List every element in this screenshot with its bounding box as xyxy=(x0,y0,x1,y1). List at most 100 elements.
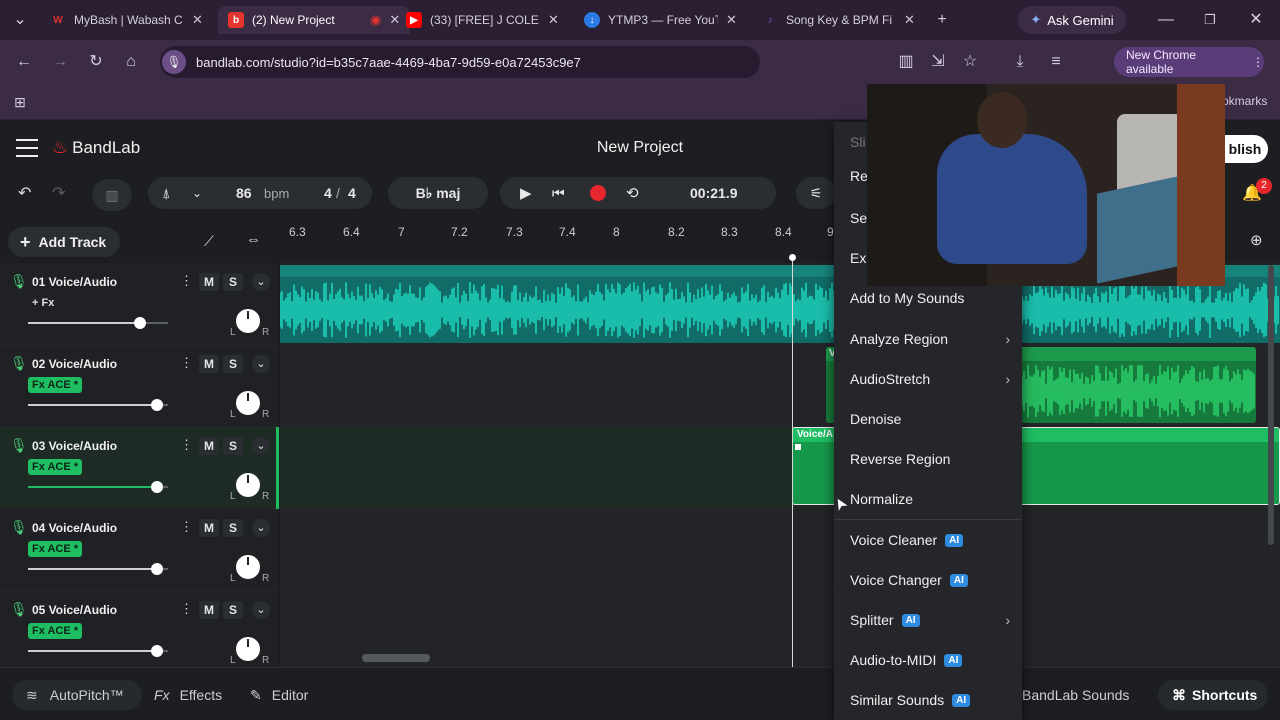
playhead[interactable] xyxy=(792,257,793,667)
skip-back-icon[interactable]: ⏮ xyxy=(552,185,565,202)
menu-item[interactable]: Audio-to-MIDI AI xyxy=(834,640,1022,680)
fit-tracks-icon[interactable]: ⇔ xyxy=(246,231,261,248)
pan-knob[interactable] xyxy=(236,555,260,579)
volume-knob[interactable] xyxy=(151,645,163,657)
track-header[interactable]: 🎙 03 Voice/Audio ⋮ M S ⌄ Fx ACE * L R xyxy=(0,427,278,509)
hamburger-menu-icon[interactable] xyxy=(16,139,38,157)
volume-knob[interactable] xyxy=(134,317,146,329)
solo-button[interactable]: S xyxy=(223,519,243,537)
add-track-button[interactable]: + Add Track xyxy=(8,227,120,257)
track-name[interactable]: 03 Voice/Audio xyxy=(32,439,117,453)
window-close-icon[interactable]: ✕ xyxy=(1246,10,1266,30)
close-icon[interactable]: ✕ xyxy=(904,12,915,28)
chevron-down-icon[interactable]: ⌄ xyxy=(252,519,270,537)
track-name[interactable]: 04 Voice/Audio xyxy=(32,521,117,535)
new-tab-icon[interactable]: + xyxy=(932,10,952,30)
site-info-icon[interactable]: 🎙 xyxy=(162,50,186,74)
downloads-icon[interactable]: ⤓ xyxy=(1010,52,1030,72)
menu-item[interactable]: Splitter AI › xyxy=(834,600,1022,640)
track-header[interactable]: 🎙 04 Voice/Audio ⋮ M S ⌄ Fx ACE * L R xyxy=(0,509,278,591)
fx-badge[interactable]: + Fx xyxy=(28,295,58,311)
tab-new-project[interactable]: b (2) New Project ◉ ✕ xyxy=(218,6,411,34)
tab-youtube[interactable]: ▶ (33) [FREE] J COLE T ✕ xyxy=(396,6,569,34)
omnibox[interactable]: 🎙 bandlab.com/studio?id=b35c7aae-4469-4b… xyxy=(160,46,760,78)
mute-button[interactable]: M xyxy=(199,601,219,619)
close-icon[interactable]: ✕ xyxy=(192,12,203,28)
menu-item[interactable]: Voice Cleaner AI xyxy=(834,520,1022,560)
fx-badge[interactable]: Fx ACE * xyxy=(28,459,83,475)
track-options-icon[interactable]: ⋮ xyxy=(180,355,193,371)
new-chrome-button[interactable]: New Chrome available ⋮ xyxy=(1114,47,1264,77)
pan-knob[interactable] xyxy=(236,473,260,497)
close-icon[interactable]: ✕ xyxy=(726,12,737,28)
track-header[interactable]: 🎙 05 Voice/Audio ⋮ M S ⌄ Fx ACE * L R xyxy=(0,591,278,673)
horizontal-scrollbar[interactable] xyxy=(362,654,430,662)
menu-item[interactable]: Denoise xyxy=(834,399,1022,439)
volume-slider[interactable] xyxy=(28,486,168,488)
autopitch-button[interactable]: ≋ AutoPitch™ xyxy=(12,680,142,710)
instruments-icon[interactable]: ▥ xyxy=(92,179,132,211)
track-options-icon[interactable]: ⋮ xyxy=(180,601,193,617)
close-icon[interactable]: ✕ xyxy=(548,12,559,28)
microphone-icon[interactable]: 🎙 xyxy=(10,273,28,290)
playhead-handle[interactable] xyxy=(789,254,796,261)
track-lane[interactable] xyxy=(280,509,1280,591)
undo-icon[interactable]: ↶ xyxy=(18,183,31,203)
solo-button[interactable]: S xyxy=(223,273,243,291)
back-icon[interactable]: ← xyxy=(14,52,34,72)
tab-mybash[interactable]: W MyBash | Wabash C ✕ xyxy=(40,6,213,34)
track-options-icon[interactable]: ⋮ xyxy=(180,519,193,535)
track-name[interactable]: 02 Voice/Audio xyxy=(32,357,117,371)
editor-button[interactable]: ✎ Editor xyxy=(236,680,322,710)
apps-grid-icon[interactable]: ⊞ xyxy=(10,92,30,112)
menu-item[interactable]: Normalize xyxy=(834,479,1022,519)
fx-badge[interactable]: Fx ACE * xyxy=(28,377,83,393)
volume-slider[interactable] xyxy=(28,322,168,324)
volume-knob[interactable] xyxy=(151,399,163,411)
redo-icon[interactable]: ↷ xyxy=(52,183,65,203)
bandlab-logo[interactable]: ♨ BandLab xyxy=(52,137,140,158)
media-controls-icon[interactable]: ≡ xyxy=(1046,52,1066,72)
chevron-down-icon[interactable]: ⌄ xyxy=(252,437,270,455)
track-options-icon[interactable]: ⋮ xyxy=(180,273,193,289)
menu-item[interactable]: Similar Sounds AI xyxy=(834,680,1022,720)
bookmark-star-icon[interactable]: ☆ xyxy=(960,52,980,72)
install-app-icon[interactable]: ⇲ xyxy=(928,52,948,72)
microphone-icon[interactable]: 🎙 xyxy=(10,355,28,372)
pan-knob[interactable] xyxy=(236,391,260,415)
volume-slider[interactable] xyxy=(28,568,168,570)
track-lane[interactable] xyxy=(280,591,1280,673)
shortcuts-button[interactable]: ⌘ Shortcuts xyxy=(1158,680,1268,710)
bandlab-sounds-button[interactable]: BandLab Sounds xyxy=(1008,680,1143,710)
tab-search-icon[interactable]: ⌄ xyxy=(10,10,30,30)
track-options-icon[interactable]: ⋮ xyxy=(180,437,193,453)
vertical-scrollbar[interactable] xyxy=(1268,265,1274,545)
menu-item[interactable]: Reverse Region xyxy=(834,439,1022,479)
chevron-down-icon[interactable]: ⌄ xyxy=(252,355,270,373)
track-header[interactable]: 🎙 02 Voice/Audio ⋮ M S ⌄ Fx ACE * L R xyxy=(0,345,278,427)
menu-item[interactable]: Analyze Region › xyxy=(834,319,1022,359)
tab-ytmp3[interactable]: ↓ YTMP3 — Free YouT ✕ xyxy=(574,6,747,34)
key-selector[interactable]: B♭ maj xyxy=(388,177,488,209)
time-signature-numerator[interactable]: 4 xyxy=(324,185,332,201)
all-bookmarks-label[interactable]: okmarks xyxy=(1222,94,1267,108)
zoom-in-icon[interactable]: ⊕ xyxy=(1250,231,1263,249)
publish-button[interactable]: blish xyxy=(1222,135,1268,163)
play-icon[interactable]: ▶ xyxy=(520,184,532,202)
volume-slider[interactable] xyxy=(28,404,168,406)
reading-mode-icon[interactable]: ▥ xyxy=(896,52,916,72)
track-name[interactable]: 05 Voice/Audio xyxy=(32,603,117,617)
track-name[interactable]: 01 Voice/Audio xyxy=(32,275,117,289)
pan-knob[interactable] xyxy=(236,637,260,661)
fx-badge[interactable]: Fx ACE * xyxy=(28,541,83,557)
track-header[interactable]: 🎙 01 Voice/Audio ⋮ M S ⌄ + Fx L R xyxy=(0,263,278,345)
effects-button[interactable]: Fx Effects xyxy=(140,680,236,710)
menu-item[interactable]: Voice Changer AI xyxy=(834,560,1022,600)
time-signature-denominator[interactable]: 4 xyxy=(348,185,356,201)
volume-knob[interactable] xyxy=(151,481,163,493)
mixer-icon[interactable]: ⚟ xyxy=(796,177,836,209)
forward-icon[interactable]: → xyxy=(50,52,70,72)
microphone-icon[interactable]: 🎙 xyxy=(10,519,28,536)
tab-song-key[interactable]: ♪ Song Key & BPM Fi ✕ xyxy=(752,6,925,34)
fx-badge[interactable]: Fx ACE * xyxy=(28,623,83,639)
